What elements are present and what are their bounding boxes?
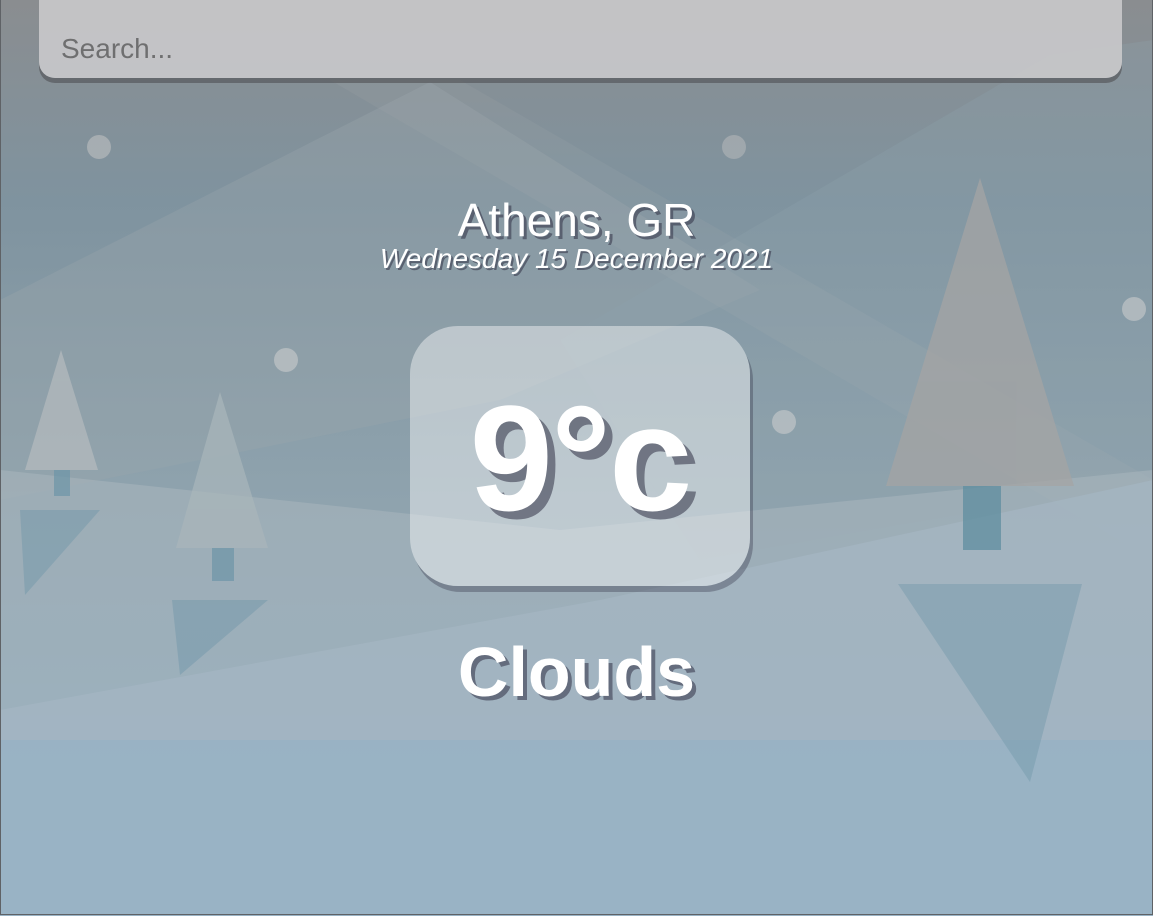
snowflake (1122, 297, 1146, 321)
snowflake (722, 135, 746, 159)
location-city: Athens, GR (457, 194, 696, 246)
temperature-value: 9°c (469, 374, 693, 542)
search-bar[interactable] (39, 0, 1122, 78)
snowflake (772, 410, 796, 434)
location-box: Athens, GR Wednesday 15 December 2021 (0, 192, 1153, 276)
ground-fade (0, 740, 1153, 916)
search-input[interactable] (61, 0, 1100, 78)
temperature-card: 9°c (410, 326, 750, 586)
snowflake (274, 348, 298, 372)
location-date: Wednesday 15 December 2021 (379, 243, 774, 274)
weather-condition: Clouds (457, 633, 696, 711)
snowflake (87, 135, 111, 159)
app-background: Athens, GR Wednesday 15 December 2021 9°… (0, 0, 1153, 916)
